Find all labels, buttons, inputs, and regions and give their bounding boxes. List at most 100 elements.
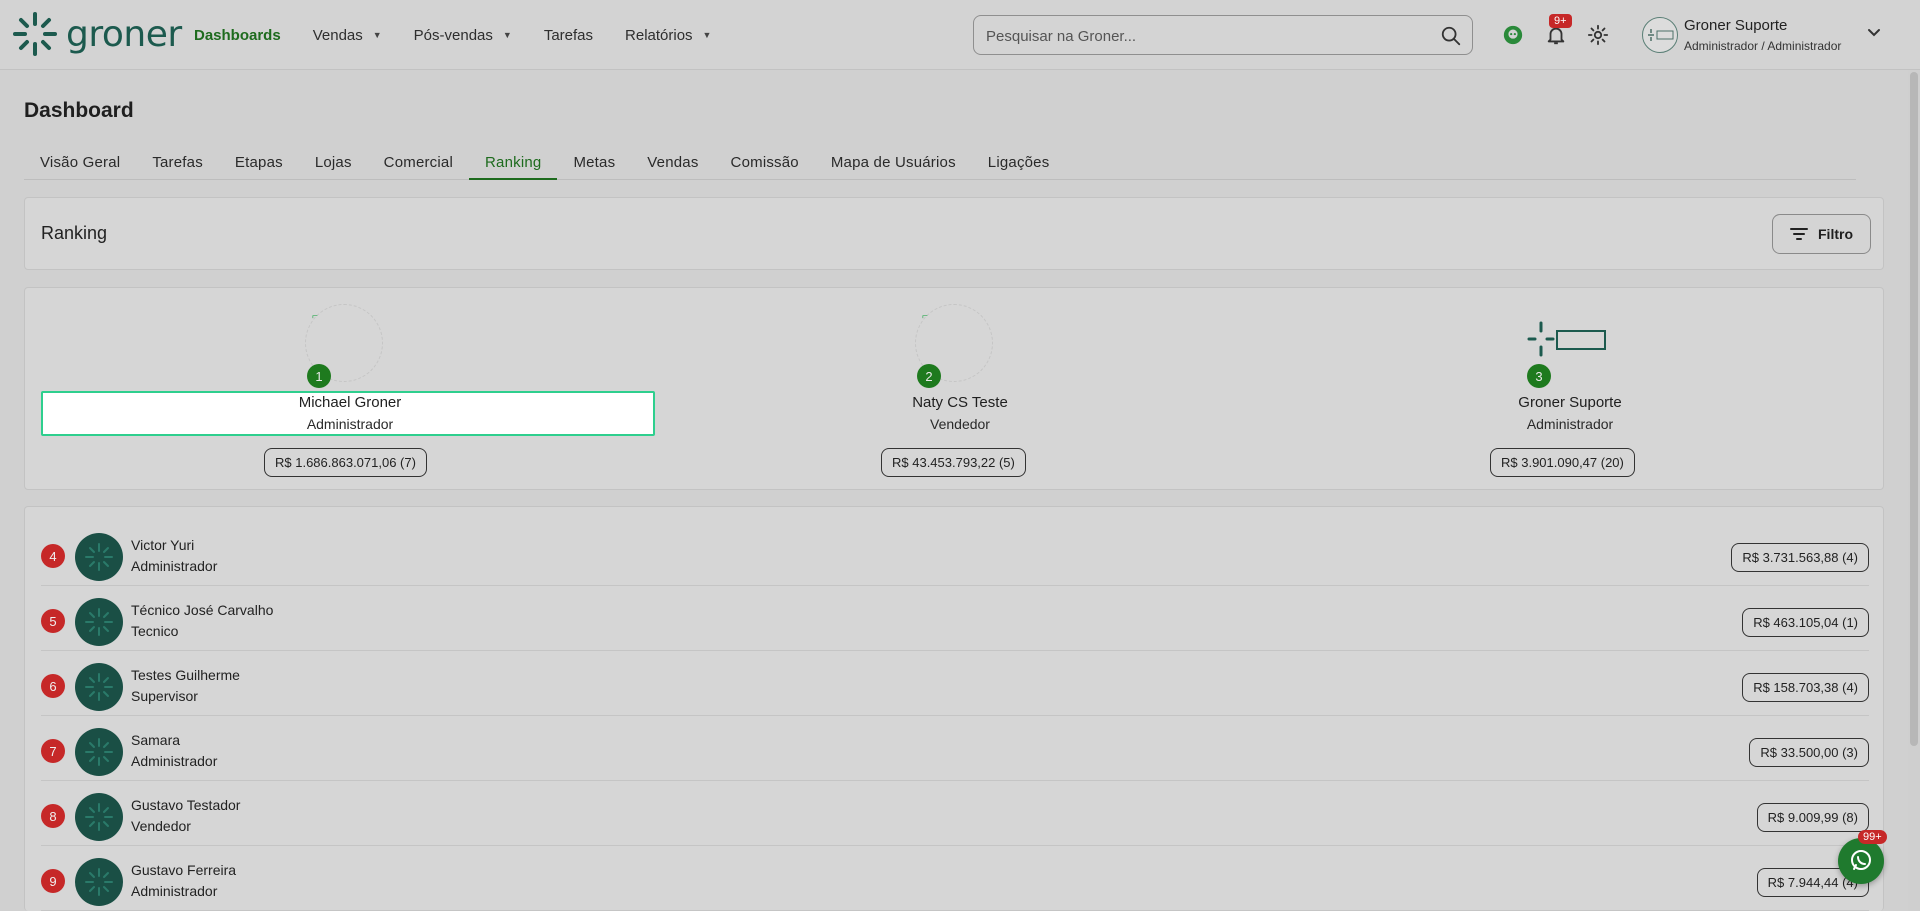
row-role: Administrador	[131, 558, 218, 574]
broken-image-icon: ⌐	[922, 311, 928, 322]
row-name: Samara	[131, 732, 181, 748]
page-scrollbar[interactable]	[1908, 70, 1920, 911]
row-role: Tecnico	[131, 623, 179, 639]
main-nav: Dashboards Vendas ▼ Pós-vendas ▼ Tarefas R…	[194, 0, 711, 70]
groner-logo[interactable]: groner	[12, 10, 182, 58]
position-badge: 7	[41, 739, 65, 763]
list-item: 7 Samara Administrador R$ 33.500,00 (3)	[41, 716, 1869, 781]
tab-metas[interactable]: Metas	[557, 146, 631, 180]
tab-visao-geral[interactable]: Visão Geral	[24, 146, 136, 180]
position-badge: 1	[307, 364, 331, 388]
dashboard-tabs: Visão Geral Tarefas Etapas Lojas Comerci…	[24, 146, 1856, 180]
tab-mapa-de-usuarios[interactable]: Mapa de Usuários	[815, 146, 972, 180]
row-role: Vendedor	[131, 818, 191, 834]
list-item: 6 Testes Guilherme Supervisor R$ 158.703…	[41, 651, 1869, 716]
row-value: R$ 463.105,04 (1)	[1742, 608, 1869, 637]
groner-sunburst-icon	[85, 738, 113, 766]
podium-role: Administrador	[1526, 416, 1614, 432]
podium-value: R$ 3.901.090,47 (20)	[1490, 448, 1635, 477]
tab-vendas[interactable]: Vendas	[631, 146, 714, 180]
row-value: R$ 33.500,00 (3)	[1749, 738, 1869, 767]
podium-name: Naty CS Teste	[912, 394, 1008, 411]
nav-dashboards[interactable]: Dashboards	[194, 27, 281, 44]
tab-comissao[interactable]: Comissão	[715, 146, 815, 180]
row-role: Supervisor	[131, 688, 198, 704]
broken-image-icon: ⌐	[312, 311, 318, 322]
row-role: Administrador	[131, 753, 218, 769]
podium-item: ⌐ 2 Naty CS Teste Vendedor R$ 43.453.793…	[635, 288, 1255, 491]
podium-value: R$ 43.453.793,22 (5)	[881, 448, 1026, 477]
position-badge: 8	[41, 804, 65, 828]
row-name: Victor Yuri	[131, 537, 195, 553]
groner-logo-avatar	[1527, 312, 1609, 372]
whatsapp-badge: 99+	[1858, 830, 1887, 844]
podium-value: R$ 1.686.863.071,06 (7)	[264, 448, 427, 477]
position-badge: 5	[41, 609, 65, 633]
podium-name: Groner Suporte	[1518, 394, 1622, 411]
nav-relatorios[interactable]: Relatórios ▼	[625, 27, 711, 44]
nav-label: Dashboards	[194, 26, 281, 44]
ranking-podium: ⌐ 1 Michael Groner Administrador R$ 1.68…	[24, 287, 1884, 490]
user-menu[interactable]: Groner Suporte Administrador / Administr…	[1642, 15, 1902, 55]
filter-icon	[1790, 228, 1808, 240]
position-badge: 4	[41, 544, 65, 568]
position-badge: 3	[1527, 364, 1551, 388]
user-name: Groner Suporte	[1684, 17, 1788, 34]
caret-down-icon: ▼	[502, 30, 512, 40]
podium-item: 3 Groner Suporte Administrador R$ 3.901.…	[1245, 288, 1865, 491]
tab-comercial[interactable]: Comercial	[368, 146, 469, 180]
search-input[interactable]	[986, 25, 1426, 47]
filter-label: Filtro	[1818, 226, 1853, 242]
podium-role: Vendedor	[930, 416, 990, 432]
filter-button[interactable]: Filtro	[1772, 214, 1871, 254]
avatar	[75, 793, 123, 841]
whatsapp-icon	[1851, 850, 1871, 870]
logo-text: groner	[66, 13, 182, 55]
podium-item: ⌐ 1 Michael Groner Administrador R$ 1.68…	[25, 288, 655, 491]
tab-etapas[interactable]: Etapas	[219, 146, 299, 180]
list-item: 4 Victor Yuri Administrador R$ 3.731.563…	[41, 521, 1869, 586]
row-name: Gustavo Ferreira	[131, 862, 237, 878]
position-badge: 9	[41, 869, 65, 893]
list-item: 5 Técnico José Carvalho Tecnico R$ 463.1…	[41, 586, 1869, 651]
nav-vendas[interactable]: Vendas ▼	[313, 27, 382, 44]
ranking-list: 4 Victor Yuri Administrador R$ 3.731.563…	[24, 506, 1884, 911]
scrollbar-thumb[interactable]	[1910, 72, 1918, 746]
chat-icon[interactable]	[1500, 22, 1526, 48]
row-value: R$ 3.731.563,88 (4)	[1731, 543, 1869, 572]
list-item: 8 Gustavo Testador Vendedor R$ 9.009,99 …	[41, 781, 1869, 846]
tab-tarefas[interactable]: Tarefas	[136, 146, 219, 180]
position-badge: 2	[917, 364, 941, 388]
gear-icon[interactable]	[1585, 22, 1611, 48]
tab-ranking[interactable]: Ranking	[469, 146, 558, 180]
nav-label: Tarefas	[543, 26, 594, 44]
caret-down-icon: ▼	[372, 30, 382, 40]
nav-label: Pós-vendas	[413, 26, 493, 44]
position-badge: 6	[41, 674, 65, 698]
row-value: R$ 9.009,99 (8)	[1756, 803, 1869, 832]
tab-lojas[interactable]: Lojas	[299, 146, 368, 180]
caret-down-icon: ▼	[702, 30, 712, 40]
nav-label: Relatórios	[625, 26, 693, 44]
top-navigation-bar: groner Dashboards Vendas ▼ Pós-vendas ▼ Ta…	[0, 0, 1920, 70]
groner-sunburst-icon	[85, 803, 113, 831]
row-role: Administrador	[131, 883, 218, 899]
nav-tarefas[interactable]: Tarefas	[544, 27, 593, 44]
row-value: R$ 158.703,38 (4)	[1742, 673, 1869, 702]
page-title: Dashboard	[24, 99, 134, 122]
avatar	[75, 728, 123, 776]
tab-ligacoes[interactable]: Ligações	[972, 146, 1066, 180]
groner-sunburst-icon	[85, 608, 113, 636]
avatar	[75, 598, 123, 646]
row-name: Gustavo Testador	[131, 797, 241, 813]
ranking-title: Ranking	[41, 223, 108, 243]
whatsapp-button[interactable]	[1838, 838, 1884, 884]
groner-sunburst-icon	[13, 12, 57, 56]
chevron-down-icon[interactable]	[1864, 23, 1884, 43]
avatar	[75, 858, 123, 906]
podium-role: Administrador	[306, 416, 394, 432]
nav-pos-vendas[interactable]: Pós-vendas ▼	[414, 27, 512, 44]
search-icon[interactable]	[1440, 25, 1462, 47]
groner-sunburst-icon	[85, 673, 113, 701]
nav-label: Vendas	[312, 26, 363, 44]
